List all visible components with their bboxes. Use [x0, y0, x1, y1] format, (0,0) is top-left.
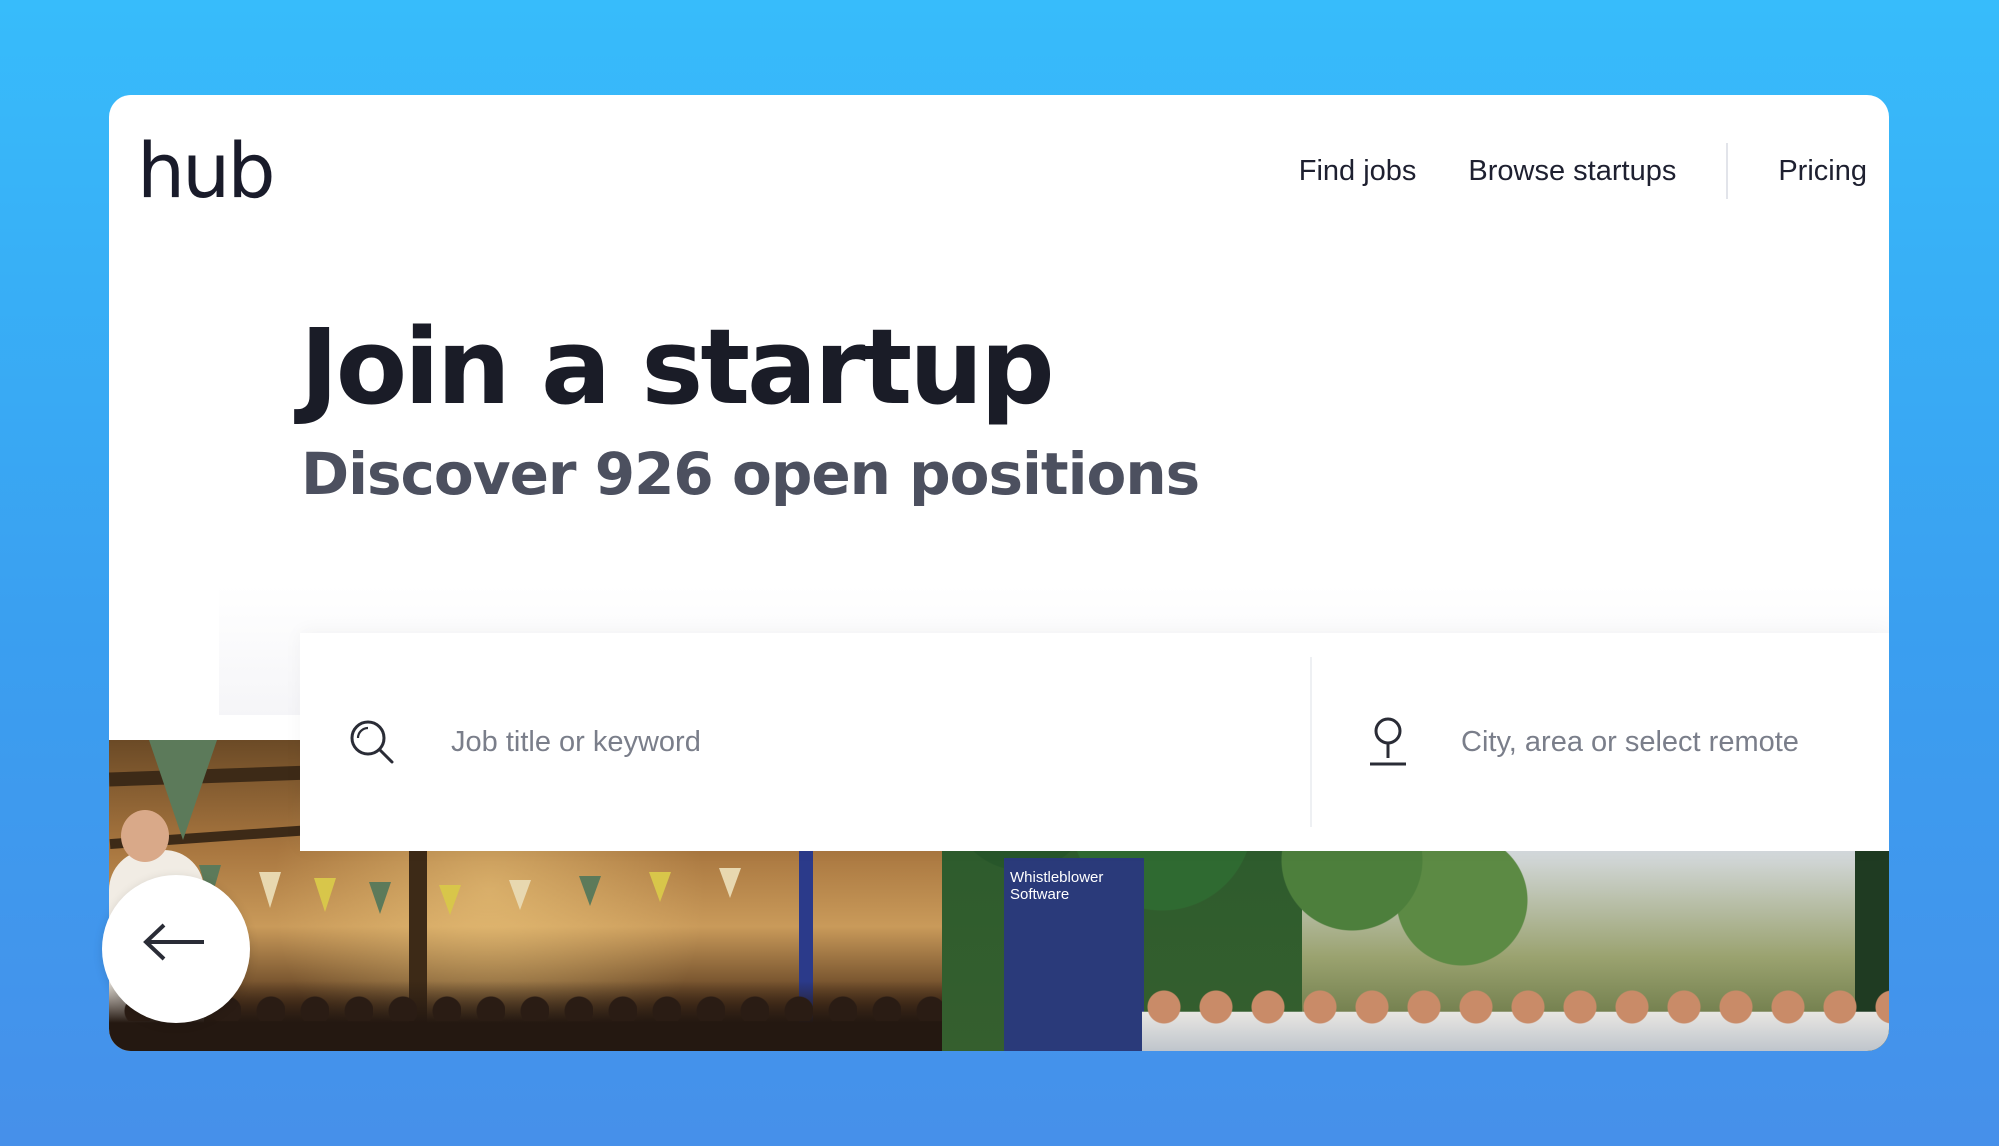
keyword-input[interactable] — [451, 725, 1071, 759]
bunting-flag — [509, 880, 531, 910]
hero-subtitle: Discover 926 open positions — [301, 440, 1200, 508]
arrow-left-icon — [143, 923, 204, 961]
search-icon — [350, 720, 394, 764]
nav-divider — [1726, 143, 1729, 199]
job-search-bar — [300, 633, 1889, 851]
hub-logo[interactable]: hub — [137, 133, 276, 209]
bunting-flag — [579, 876, 601, 906]
keyword-search-field[interactable] — [300, 633, 1310, 851]
bunting-flag — [719, 868, 741, 898]
bunting-flag — [439, 885, 461, 915]
group-of-people — [1142, 985, 1889, 1051]
bunting-flag — [259, 872, 281, 908]
hero-title: Join a startup — [300, 306, 1055, 428]
carousel-prev-button[interactable] — [102, 875, 250, 1023]
nav-browse-startups[interactable]: Browse startups — [1468, 155, 1676, 188]
map-pin-icon — [1370, 717, 1406, 766]
company-banner: Whistleblower Software — [1004, 858, 1144, 1051]
bunting-flag — [649, 872, 671, 902]
main-nav: Find jobs Browse startups Pricing — [1299, 143, 1867, 199]
nav-find-jobs[interactable]: Find jobs — [1299, 155, 1417, 188]
bunting-flag — [369, 882, 391, 914]
location-input[interactable] — [1461, 725, 1881, 759]
bunting-flag — [314, 878, 336, 912]
page-card: hub Find jobs Browse startups Pricing Jo… — [109, 95, 1889, 1051]
location-search-field[interactable] — [1312, 633, 1889, 851]
speaker-head — [121, 810, 169, 862]
nav-pricing[interactable]: Pricing — [1778, 155, 1867, 188]
